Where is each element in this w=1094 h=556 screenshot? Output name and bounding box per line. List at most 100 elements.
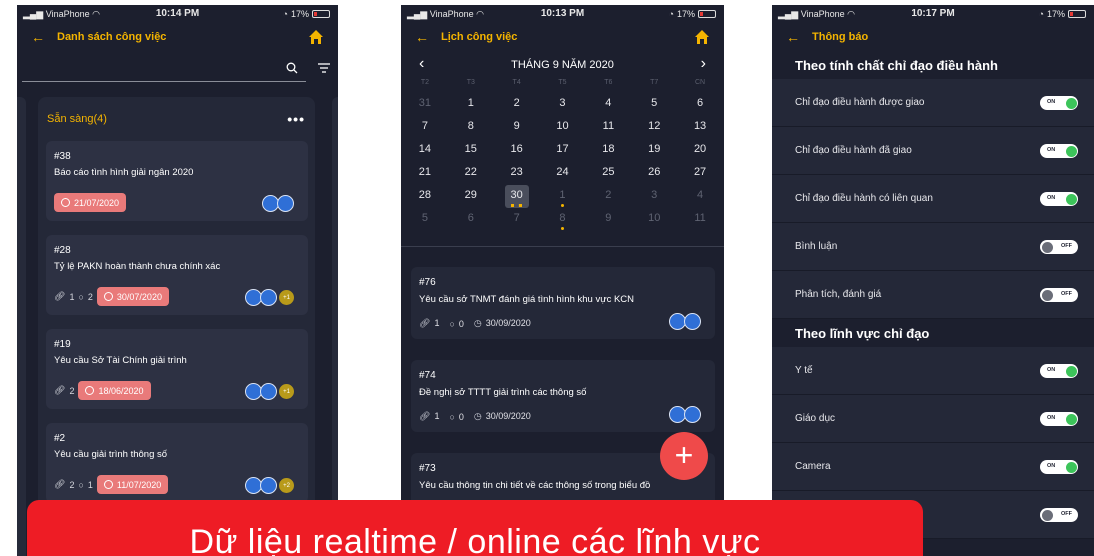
calendar-day-selected[interactable]: 30 [494, 185, 540, 208]
notification-toggle[interactable]: OFF [1040, 508, 1078, 522]
column-title: Sẵn sàng(4) [47, 113, 107, 125]
avatar [684, 313, 701, 330]
event-dot-indicator [560, 227, 564, 230]
calendar-day[interactable]: 2 [585, 185, 631, 208]
kanban-column-prev[interactable] [17, 97, 26, 556]
calendar-day[interactable]: 26 [631, 162, 677, 185]
calendar-day[interactable]: 28 [402, 185, 448, 208]
promo-banner: Dữ liệu realtime / online các lĩnh vực [27, 500, 923, 556]
back-arrow-icon[interactable]: ← [786, 29, 812, 45]
assignee-avatars[interactable]: +1 [245, 289, 294, 306]
toggle-knob [1065, 413, 1077, 425]
clock-icon: ◷ [473, 411, 482, 421]
search-bar[interactable] [17, 51, 338, 87]
calendar-day[interactable]: 17 [540, 139, 586, 162]
calendar-day[interactable]: 31 [402, 93, 448, 116]
calendar-day[interactable]: 22 [448, 162, 494, 185]
calendar-day[interactable]: 5 [631, 93, 677, 116]
calendar-day[interactable]: 21 [402, 162, 448, 185]
task-card[interactable]: #19 Yêu cầu Sở Tài Chính giải trình 🔗︎ 2 … [46, 329, 308, 409]
status-bar: ▂▄▆ VinaPhone ◠ 10:14 PM ◔ 17% [17, 5, 338, 23]
more-options-icon[interactable]: ••• [287, 111, 305, 127]
calendar-day[interactable]: 11 [677, 208, 723, 231]
toggle-state-label: OFF [1061, 243, 1072, 249]
calendar-day[interactable]: 16 [494, 139, 540, 162]
task-card[interactable]: #74 Đề nghị sở TTTT giải trình các thông… [411, 360, 715, 432]
home-icon[interactable] [308, 29, 324, 45]
calendar-day[interactable]: 10 [540, 116, 586, 139]
calendar-day[interactable]: 8 [540, 208, 586, 231]
battery-icon [698, 10, 716, 18]
calendar-day[interactable]: 7 [494, 208, 540, 231]
calendar-day[interactable]: 13 [677, 116, 723, 139]
comment-icon: ○ [449, 411, 455, 422]
task-card[interactable]: #38 Báo cáo tình hình giải ngân 2020 21/… [46, 141, 308, 221]
task-id: #74 [419, 370, 436, 381]
toggle-state-label: ON [1047, 195, 1056, 201]
notification-toggle[interactable]: ON [1040, 412, 1078, 426]
task-card[interactable]: #28 Tỷ lệ PAKN hoàn thành chưa chính xác… [46, 235, 308, 315]
calendar-day[interactable]: 24 [540, 162, 586, 185]
extra-assignees-badge: +1 [279, 290, 294, 305]
task-card[interactable]: #2 Yêu cầu giải trình thông số 🔗︎ 2 ○ 1 11… [46, 423, 308, 503]
due-date-badge: 11/07/2020 [96, 475, 169, 494]
toggle-knob [1065, 365, 1077, 377]
add-task-button[interactable]: + [660, 432, 708, 480]
month-navigator: ‹ THÁNG 9 NĂM 2020 › [401, 51, 724, 79]
calendar-day[interactable]: 6 [677, 93, 723, 116]
calendar-day[interactable]: 9 [585, 208, 631, 231]
assignee-avatars[interactable]: +2 [245, 477, 294, 494]
calendar-day[interactable]: 1 [448, 93, 494, 116]
calendar-day[interactable]: 3 [540, 93, 586, 116]
section-title: Theo lĩnh vực chỉ đạo [795, 325, 930, 341]
toggle-state-label: ON [1047, 415, 1056, 421]
clock-icon [61, 198, 70, 207]
notification-toggle[interactable]: ON [1040, 460, 1078, 474]
notification-toggle[interactable]: ON [1040, 144, 1078, 158]
assignee-avatars[interactable] [262, 195, 294, 212]
calendar-day[interactable]: 12 [631, 116, 677, 139]
notification-toggle[interactable]: ON [1040, 96, 1078, 110]
calendar-day[interactable]: 29 [448, 185, 494, 208]
chevron-right-icon[interactable]: › [701, 55, 706, 73]
assignee-avatars[interactable]: +1 [245, 383, 294, 400]
extra-assignees-badge: +1 [279, 384, 294, 399]
notification-toggle[interactable]: OFF [1040, 288, 1078, 302]
task-card[interactable]: #76 Yêu cầu sở TNMT đánh giá tình hình k… [411, 267, 715, 339]
calendar-day[interactable]: 1 [540, 185, 586, 208]
calendar-day[interactable]: 27 [677, 162, 723, 185]
calendar-day[interactable]: 18 [585, 139, 631, 162]
notification-toggle[interactable]: ON [1040, 192, 1078, 206]
calendar-day[interactable]: 4 [585, 93, 631, 116]
calendar-day[interactable]: 8 [448, 116, 494, 139]
battery-indicator: ◔ 17% [283, 9, 330, 19]
calendar-day[interactable]: 20 [677, 139, 723, 162]
calendar-day[interactable]: 3 [631, 185, 677, 208]
clock-icon [103, 480, 113, 489]
calendar-day[interactable]: 10 [631, 208, 677, 231]
calendar-day[interactable]: 7 [402, 116, 448, 139]
calendar-day[interactable]: 6 [448, 208, 494, 231]
notification-toggle[interactable]: OFF [1040, 240, 1078, 254]
calendar-day[interactable]: 11 [585, 116, 631, 139]
search-icon[interactable] [286, 62, 298, 74]
filter-icon[interactable] [318, 63, 330, 73]
calendar-day[interactable]: 19 [631, 139, 677, 162]
kanban-column-next[interactable] [332, 97, 338, 556]
back-arrow-icon[interactable]: ← [415, 29, 441, 45]
calendar-day[interactable]: 23 [494, 162, 540, 185]
calendar-day[interactable]: 9 [494, 116, 540, 139]
assignee-avatars[interactable] [669, 313, 701, 330]
assignee-avatars[interactable] [669, 406, 701, 423]
comment-icon: ○ [449, 318, 455, 329]
calendar-day[interactable]: 14 [402, 139, 448, 162]
calendar-day[interactable]: 15 [448, 139, 494, 162]
notification-toggle[interactable]: ON [1040, 364, 1078, 378]
calendar-day[interactable]: 5 [402, 208, 448, 231]
home-icon[interactable] [694, 29, 710, 45]
calendar-day[interactable]: 25 [585, 162, 631, 185]
calendar-day[interactable]: 2 [494, 93, 540, 116]
calendar-day[interactable]: 4 [677, 185, 723, 208]
avatar [277, 195, 294, 212]
back-arrow-icon[interactable]: ← [31, 29, 57, 45]
